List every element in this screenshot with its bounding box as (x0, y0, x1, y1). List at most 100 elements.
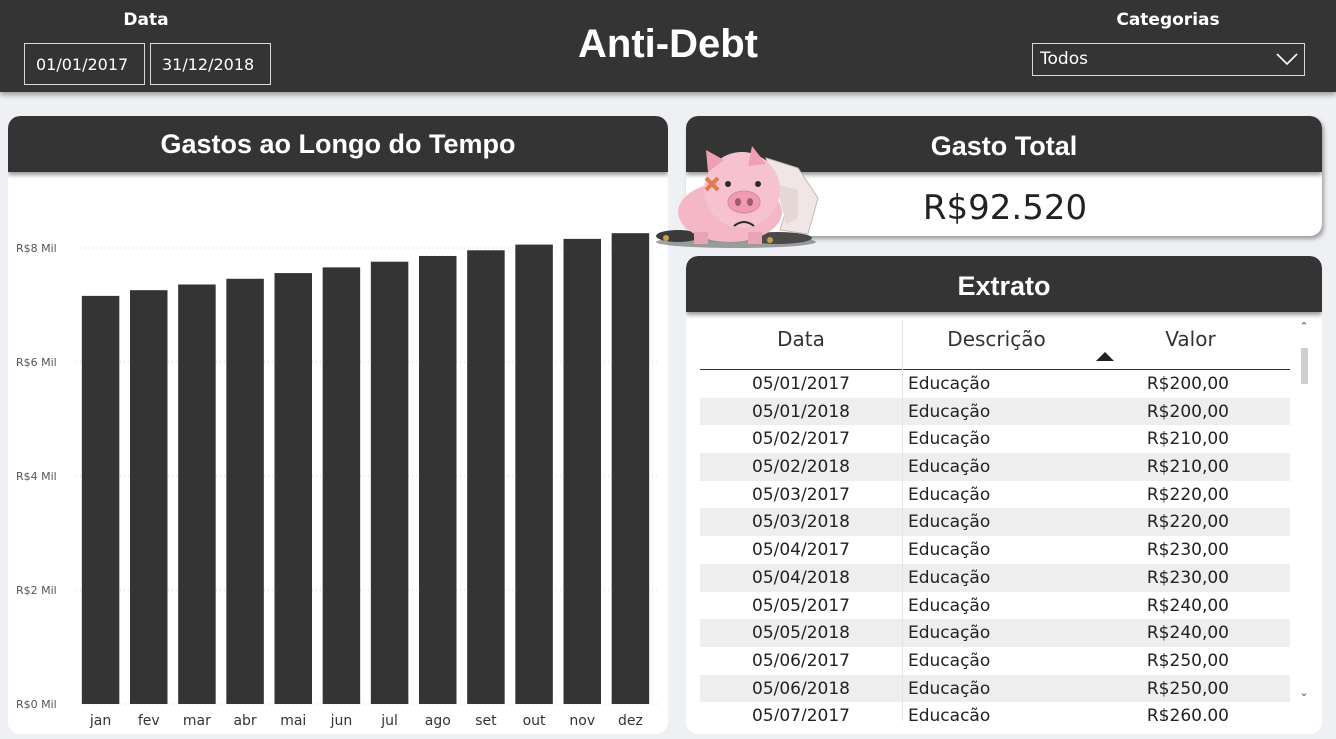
bar-jan[interactable] (81, 295, 120, 704)
column-divider (902, 397, 903, 426)
top-bar: Data 01/01/2017 31/12/2018 Anti-Debt Cat… (0, 0, 1336, 92)
row-description: Educação (908, 650, 991, 671)
y-tick-label: R$4 Mil (16, 470, 57, 483)
row-date: 05/04/2018 (752, 567, 850, 588)
scroll-up-icon[interactable]: ⌃ (1298, 320, 1310, 333)
y-tick-label: R$6 Mil (16, 356, 57, 369)
x-tick-label: mar (183, 713, 211, 729)
bar-set[interactable] (467, 250, 505, 704)
x-tick-label: jan (89, 713, 111, 729)
column-divider (902, 591, 903, 620)
bar-fev[interactable] (130, 290, 168, 704)
column-divider (902, 702, 903, 721)
x-tick-label: mai (280, 713, 306, 729)
x-tick-label: set (475, 713, 497, 729)
bar-nov[interactable] (563, 238, 602, 704)
column-header-date[interactable]: Data (700, 327, 902, 351)
table-row[interactable]: 05/01/2017 Educação R$200,00 (700, 370, 1290, 398)
row-value: R$230,00 (1146, 567, 1229, 588)
table-row[interactable]: 05/02/2018 Educação R$210,00 (700, 453, 1290, 481)
row-date: 05/05/2017 (752, 595, 850, 616)
column-divider (902, 646, 903, 675)
x-tick-label: abr (233, 713, 256, 729)
row-value: R$200,00 (1146, 374, 1229, 394)
bar-dez[interactable] (611, 233, 650, 704)
row-description: Educação (908, 678, 991, 699)
row-description: Educação (908, 484, 991, 505)
row-date: 05/05/2018 (752, 623, 850, 644)
row-value: R$210,00 (1146, 429, 1229, 450)
row-value: R$220,00 (1146, 484, 1229, 505)
row-description: Educação (908, 623, 991, 644)
table-row[interactable]: 05/02/2017 Educação R$210,00 (700, 425, 1290, 454)
table-row[interactable]: 05/07/2017 Educação R$260,00 (700, 702, 1290, 721)
row-value: R$240,00 (1146, 623, 1229, 644)
x-tick-label: ago (425, 713, 451, 729)
table-row[interactable]: 05/06/2017 Educação R$250,00 (700, 646, 1290, 675)
row-date: 05/04/2017 (752, 540, 850, 561)
row-value: R$250,00 (1146, 650, 1229, 671)
x-tick-label: jul (380, 713, 398, 729)
app-title: Anti-Debt (578, 22, 758, 66)
start-date-input[interactable]: 01/01/2017 (24, 43, 145, 85)
table-scrollbar[interactable]: ⌃ ⌄ (1298, 320, 1310, 712)
x-tick-label: jun (330, 713, 353, 729)
table-row[interactable]: 05/05/2017 Educação R$240,00 (700, 591, 1290, 620)
bar-out[interactable] (515, 244, 553, 704)
column-divider (902, 480, 903, 509)
x-tick-label: fev (138, 713, 160, 729)
scroll-down-icon[interactable]: ⌄ (1298, 686, 1310, 699)
end-date-input[interactable]: 31/12/2018 (150, 43, 271, 85)
sort-ascending-icon (1096, 352, 1114, 361)
column-divider (902, 536, 903, 564)
row-description: Educação (908, 401, 991, 422)
row-value: R$220,00 (1146, 512, 1229, 533)
statement-panel: Extrato Data Descrição Valor 05/01/2017 E… (686, 256, 1322, 734)
spending-chart-panel: R$0 Mil R$2 Mil R$4 Mil R$6 Mil R$8 Mil jan fe… (8, 116, 668, 734)
y-tick-label: R$2 Mil (16, 584, 57, 597)
row-date: 05/07/2017 (752, 706, 850, 721)
row-description: Educação (908, 540, 991, 561)
row-date: 05/01/2018 (752, 401, 850, 422)
chevron-down-icon (1276, 53, 1298, 66)
table-row[interactable]: 05/01/2018 Educação R$200,00 (700, 397, 1290, 426)
scrollbar-thumb[interactable] (1301, 348, 1308, 384)
bar-abr[interactable] (226, 278, 264, 704)
statement-table-body: 05/01/2017 Educação R$200,00 05/01/2018 Educ… (700, 370, 1290, 721)
bar-jul[interactable] (370, 261, 409, 704)
table-row[interactable]: 05/03/2018 Educação R$220,00 (700, 508, 1290, 537)
bar-mar[interactable] (178, 284, 216, 704)
column-divider (902, 619, 903, 647)
table-row[interactable]: 05/04/2017 Educação R$230,00 (700, 536, 1290, 564)
x-tick-label: out (523, 713, 546, 729)
x-tick-label: nov (569, 713, 595, 729)
row-description: Educação (908, 457, 991, 478)
table-row[interactable]: 05/06/2018 Educação R$250,00 (700, 674, 1290, 703)
column-header-value[interactable]: Valor (1091, 327, 1290, 351)
y-tick-label: R$0 Mil (16, 698, 57, 711)
row-date: 05/03/2017 (752, 484, 850, 505)
x-tick-label: dez (618, 713, 643, 729)
category-dropdown[interactable]: Todos (1032, 43, 1305, 76)
column-divider (902, 563, 903, 592)
bar-ago[interactable] (419, 255, 457, 705)
row-description: Educação (908, 567, 991, 588)
bar-jun[interactable] (322, 267, 361, 704)
bar-mai[interactable] (274, 273, 313, 704)
date-filter-label: Data (123, 10, 169, 30)
row-date: 05/06/2018 (752, 678, 850, 699)
table-row[interactable]: 05/05/2018 Educação R$240,00 (700, 619, 1290, 647)
table-header: Data Descrição Valor (700, 320, 1290, 370)
row-value: R$210,00 (1146, 457, 1229, 478)
row-description: Educação (908, 429, 991, 450)
row-description: Educação (908, 374, 991, 394)
column-header-description[interactable]: Descrição (902, 327, 1091, 351)
column-divider (902, 453, 903, 481)
row-date: 05/02/2018 (752, 457, 850, 478)
table-row[interactable]: 05/04/2018 Educação R$230,00 (700, 563, 1290, 592)
column-divider (902, 370, 903, 398)
table-row[interactable]: 05/03/2017 Educação R$220,00 (700, 480, 1290, 509)
row-date: 05/06/2017 (752, 650, 850, 671)
column-divider (902, 508, 903, 537)
row-description: Educação (908, 512, 991, 533)
